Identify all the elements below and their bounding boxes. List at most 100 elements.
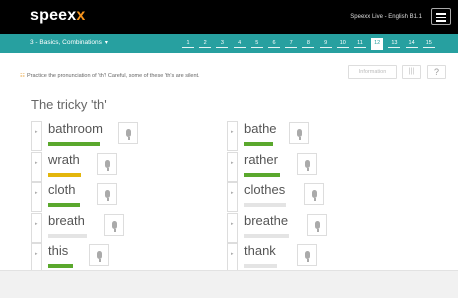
microphone-icon[interactable] — [97, 152, 117, 175]
instructions: ☷ Practice the pronunciation of 'th'! Car… — [20, 73, 200, 79]
mic-stem — [128, 137, 130, 140]
mic-capsule — [105, 190, 110, 198]
play-audio-icon[interactable]: ▸ — [227, 151, 238, 182]
mic-capsule — [297, 129, 302, 137]
help-icon[interactable]: ? — [427, 65, 446, 79]
mic-capsule — [105, 159, 110, 168]
app-window: speexx Speexx Live - English B1.1 3 - Ba… — [0, 0, 458, 298]
course-name: Speexx Live - English B1.1 — [350, 14, 422, 20]
lesson-dropdown[interactable]: 3 - Basics, Combinations ▾ — [30, 39, 108, 46]
word-label: breath — [48, 212, 85, 228]
hamburger-menu-icon[interactable] — [431, 8, 451, 25]
mic-stem — [107, 198, 109, 201]
play-audio-icon[interactable]: ▸ — [227, 212, 238, 243]
play-audio-icon[interactable]: ▸ — [227, 182, 238, 212]
menu-line — [436, 20, 446, 22]
pronunciation-score-bar — [244, 233, 289, 238]
word-label: this — [48, 243, 69, 258]
word-label: wrath — [48, 151, 80, 167]
word-label: rather — [244, 151, 278, 167]
page-navigation: 1 2 3 4 5 6 7 8 9 10 11 12 13 14 15 — [182, 38, 450, 52]
instruction-text: Practice the pronunciation of 'th'! Care… — [26, 73, 200, 79]
page-tab-13[interactable]: 13 — [388, 40, 401, 48]
speaker-icon: ▸ — [231, 220, 234, 227]
mic-stem — [299, 137, 301, 140]
exercise-title: The tricky 'th' — [31, 97, 107, 112]
menu-line — [436, 13, 446, 15]
exercise-panel: ☷ Practice the pronunciation of 'th'! Car… — [0, 53, 458, 273]
pronunciation-score-bar — [48, 264, 73, 268]
page-tab-2[interactable]: 2 — [199, 40, 212, 48]
pronunciation-score-bar — [48, 233, 87, 238]
pronunciation-score-bar — [244, 203, 286, 207]
footer-bar — [0, 270, 458, 298]
word-label: thank — [244, 243, 276, 258]
information-button[interactable]: Information — [348, 65, 397, 79]
page-tab-3[interactable]: 3 — [216, 40, 229, 48]
page-tab-4[interactable]: 4 — [233, 40, 246, 48]
mic-stem — [107, 167, 109, 171]
pronunciation-score-bar — [244, 172, 280, 177]
page-tab-15[interactable]: 15 — [422, 40, 435, 48]
mic-capsule — [305, 159, 310, 168]
mic-stem — [307, 167, 309, 171]
page-tab-8[interactable]: 8 — [302, 40, 315, 48]
microphone-icon[interactable] — [297, 152, 317, 175]
play-audio-icon[interactable]: ▸ — [31, 243, 42, 273]
microphone-icon[interactable] — [89, 244, 109, 266]
page-tab-7[interactable]: 7 — [285, 40, 298, 48]
word-label: clothes — [244, 182, 286, 197]
speaker-icon: ▸ — [35, 251, 38, 257]
logo-text: speexx — [30, 7, 86, 24]
page-tab-12[interactable]: 12 — [371, 38, 384, 50]
speaker-icon: ▸ — [35, 190, 38, 196]
microphone-icon[interactable] — [307, 213, 327, 236]
microphone-icon[interactable] — [118, 122, 138, 144]
speaker-icon: ▸ — [35, 220, 38, 227]
speaker-icon: ▸ — [35, 129, 38, 135]
speexx-logo[interactable]: speexx — [30, 7, 85, 25]
pronunciation-score-bar — [48, 203, 80, 207]
microphone-icon[interactable] — [304, 183, 324, 205]
speaker-icon: ▸ — [231, 251, 234, 257]
page-tab-10[interactable]: 10 — [336, 40, 349, 48]
word-label: cloth — [48, 182, 76, 197]
instruction-icon: ☷ — [20, 73, 25, 79]
play-audio-icon[interactable]: ▸ — [227, 121, 238, 151]
play-audio-icon[interactable]: ▸ — [31, 151, 42, 182]
pronunciation-score-bar — [48, 172, 81, 177]
page-tab-1[interactable]: 1 — [182, 40, 194, 48]
page-tab-5[interactable]: 5 — [250, 40, 263, 48]
speaker-icon: ▸ — [231, 129, 234, 135]
pronunciation-score-bar — [48, 142, 100, 146]
word-label: bathe — [244, 121, 277, 136]
page-tab-11[interactable]: 11 — [354, 40, 366, 48]
page-tab-9[interactable]: 9 — [319, 40, 332, 48]
speaker-icon: ▸ — [231, 159, 234, 166]
play-audio-icon[interactable]: ▸ — [31, 121, 42, 151]
chevron-down-icon: ▾ — [104, 40, 108, 46]
lesson-name: 3 - Basics, Combinations — [30, 39, 102, 46]
mic-capsule — [97, 251, 102, 259]
mic-capsule — [112, 220, 117, 229]
play-audio-icon[interactable]: ▸ — [227, 243, 238, 273]
play-audio-icon[interactable]: ▸ — [31, 212, 42, 243]
microphone-icon[interactable] — [97, 183, 117, 205]
top-bar: speexx Speexx Live - English B1.1 — [0, 0, 458, 34]
lesson-bar: 3 - Basics, Combinations ▾ 1 2 3 4 5 6 7 8 9 10 11 1… — [0, 34, 458, 53]
mic-stem — [99, 259, 101, 262]
mic-stem — [307, 259, 309, 262]
mic-capsule — [312, 190, 317, 198]
speaker-icon: ▸ — [231, 190, 234, 196]
menu-line — [436, 16, 446, 18]
microphone-icon[interactable] — [297, 244, 317, 266]
word-label: bathroom — [48, 121, 103, 136]
statistics-icon[interactable]: ||| — [402, 65, 421, 79]
mic-capsule — [126, 129, 131, 137]
microphone-icon[interactable] — [104, 213, 124, 236]
page-tab-6[interactable]: 6 — [268, 40, 280, 48]
microphone-icon[interactable] — [289, 122, 309, 144]
page-tab-14[interactable]: 14 — [405, 40, 418, 48]
play-audio-icon[interactable]: ▸ — [31, 182, 42, 212]
speaker-icon: ▸ — [35, 159, 38, 166]
